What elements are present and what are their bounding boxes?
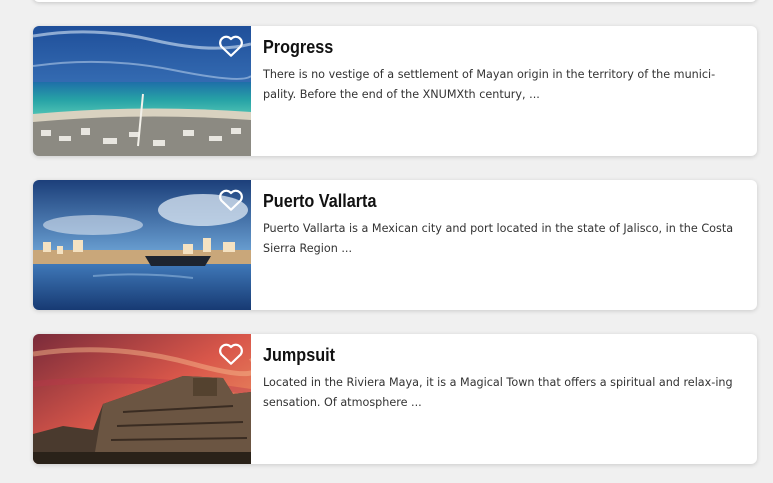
previous-destination-card[interactable] — [33, 0, 757, 2]
destination-card-progress[interactable]: Progress There is no vestige of a settle… — [33, 26, 757, 156]
destination-title[interactable]: Puerto Vallarta — [263, 190, 691, 212]
favorite-toggle-progress[interactable] — [218, 34, 244, 58]
destination-description: Located in the Riviera Maya, it is a Mag… — [263, 376, 733, 409]
destination-description: There is no vestige of a settlement of M… — [263, 68, 716, 101]
destination-description: Puerto Vallarta is a Mexican city and po… — [263, 222, 734, 255]
destination-card-jumpsuit[interactable]: Jumpsuit Located in the Riviera Maya, it… — [33, 334, 757, 464]
destination-title[interactable]: Progress — [263, 36, 691, 58]
favorite-toggle-puerto-vallarta[interactable] — [218, 188, 244, 212]
heart-outline-icon — [219, 189, 243, 211]
heart-outline-icon — [219, 343, 243, 365]
destination-title[interactable]: Jumpsuit — [263, 344, 691, 366]
heart-outline-icon — [219, 35, 243, 57]
favorite-toggle-jumpsuit[interactable] — [218, 342, 244, 366]
destination-card-puerto-vallarta[interactable]: Puerto Vallarta Puerto Vallarta is a Mex… — [33, 180, 757, 310]
